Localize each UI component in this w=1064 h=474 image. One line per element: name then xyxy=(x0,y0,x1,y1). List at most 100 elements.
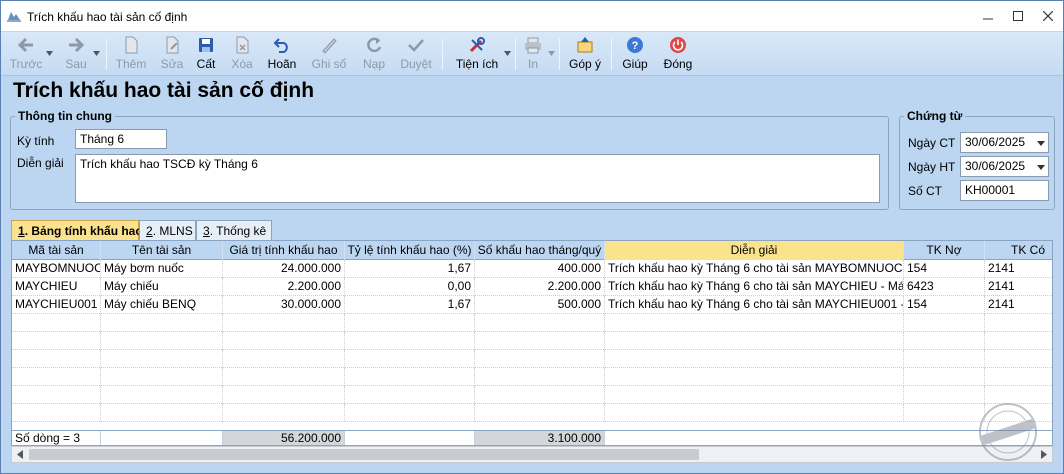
table-cell[interactable] xyxy=(475,332,605,350)
previous-button[interactable]: Trước xyxy=(9,34,43,74)
reload-button[interactable]: Nạp xyxy=(361,34,387,74)
table-cell[interactable]: 500.000 xyxy=(475,296,605,314)
minimize-button[interactable] xyxy=(973,1,1003,31)
feedback-button[interactable]: Góp ý xyxy=(567,34,603,74)
horizontal-scrollbar[interactable] xyxy=(11,446,1053,463)
table-cell[interactable] xyxy=(12,386,101,404)
table-cell[interactable]: 24.000.000 xyxy=(223,260,345,278)
empty-row[interactable] xyxy=(12,332,1052,350)
depreciation-table[interactable]: Mã tài sản Tên tài sản Giá trị tính khấu… xyxy=(11,240,1053,446)
table-cell[interactable] xyxy=(12,368,101,386)
table-cell[interactable] xyxy=(223,368,345,386)
period-input[interactable]: Tháng 6 xyxy=(75,129,167,149)
table-cell[interactable]: MAYCHIEU001 xyxy=(12,296,101,314)
table-cell[interactable] xyxy=(223,332,345,350)
table-cell[interactable] xyxy=(605,404,904,422)
scroll-right-icon[interactable] xyxy=(1040,450,1048,459)
table-cell[interactable] xyxy=(904,314,985,332)
chevron-down-icon[interactable] xyxy=(46,51,53,56)
table-cell[interactable] xyxy=(475,350,605,368)
close-window-button[interactable] xyxy=(1033,1,1063,31)
table-cell[interactable] xyxy=(904,350,985,368)
table-cell[interactable] xyxy=(904,332,985,350)
table-cell[interactable]: 1,67 xyxy=(345,260,475,278)
empty-row[interactable] xyxy=(12,404,1052,422)
date-ht-select[interactable]: 30/06/2025 xyxy=(960,156,1049,177)
table-cell[interactable] xyxy=(101,350,223,368)
table-cell[interactable]: Trích khấu hao kỳ Tháng 6 cho tài sản MA… xyxy=(605,296,904,314)
table-cell[interactable] xyxy=(12,404,101,422)
table-cell[interactable] xyxy=(605,314,904,332)
table-cell[interactable]: 154 xyxy=(904,296,985,314)
table-cell[interactable] xyxy=(985,332,1052,350)
close-button[interactable]: Đóng xyxy=(661,34,695,74)
table-cell[interactable]: Máy bơm nuốc xyxy=(101,260,223,278)
empty-row[interactable] xyxy=(12,314,1052,332)
table-cell[interactable] xyxy=(475,314,605,332)
add-button[interactable]: Thêm xyxy=(114,34,148,74)
table-cell[interactable] xyxy=(345,350,475,368)
table-cell[interactable]: 400.000 xyxy=(475,260,605,278)
chevron-down-icon[interactable] xyxy=(504,51,511,56)
table-cell[interactable] xyxy=(605,332,904,350)
table-cell[interactable] xyxy=(101,368,223,386)
empty-row[interactable] xyxy=(12,368,1052,386)
undo-button[interactable]: Hoãn xyxy=(266,34,298,74)
tab-depreciation-table[interactable]: 1. Bảng tính khấu hao xyxy=(11,220,143,241)
table-cell[interactable]: Trích khấu hao kỳ Tháng 6 cho tài sản MA… xyxy=(605,260,904,278)
column-header[interactable]: Mã tài sản xyxy=(12,241,101,260)
table-cell[interactable] xyxy=(223,404,345,422)
delete-button[interactable]: Xóa xyxy=(229,34,255,74)
table-cell[interactable]: 2.200.000 xyxy=(223,278,345,296)
post-button[interactable]: Ghi sổ xyxy=(311,34,347,74)
table-row[interactable]: MAYCHIEU001 Máy chiếu BENQ 30.000.000 1,67 5… xyxy=(12,296,1052,314)
table-cell[interactable] xyxy=(223,350,345,368)
table-cell[interactable]: MAYCHIEU xyxy=(12,278,101,296)
column-header[interactable]: Giá trị tính khấu hao xyxy=(223,241,345,260)
table-cell[interactable] xyxy=(101,314,223,332)
column-header[interactable]: Diễn giải xyxy=(605,241,904,260)
column-header[interactable]: TK Có xyxy=(985,241,1052,260)
chevron-down-icon[interactable] xyxy=(93,51,100,56)
table-cell[interactable] xyxy=(101,386,223,404)
approve-button[interactable]: Duyệt xyxy=(399,34,433,74)
table-cell[interactable] xyxy=(904,386,985,404)
table-cell[interactable]: Máy chiếu xyxy=(101,278,223,296)
table-cell[interactable] xyxy=(345,332,475,350)
table-cell[interactable] xyxy=(985,350,1052,368)
table-cell[interactable]: 6423 xyxy=(904,278,985,296)
table-cell[interactable] xyxy=(475,386,605,404)
chevron-down-icon[interactable] xyxy=(548,51,555,56)
table-cell[interactable]: 1,67 xyxy=(345,296,475,314)
save-button[interactable]: Cất xyxy=(194,34,218,74)
column-header[interactable]: TK Nợ xyxy=(904,241,985,260)
description-textarea[interactable]: Trích khấu hao TSCĐ kỳ Tháng 6 xyxy=(75,154,880,203)
table-cell[interactable] xyxy=(12,350,101,368)
table-cell[interactable] xyxy=(985,314,1052,332)
table-cell[interactable]: 2141 xyxy=(985,296,1052,314)
maximize-button[interactable] xyxy=(1003,1,1033,31)
table-cell[interactable] xyxy=(345,314,475,332)
table-row[interactable]: MAYCHIEU Máy chiếu 2.200.000 0,00 2.200.000 T… xyxy=(12,278,1052,296)
table-cell[interactable] xyxy=(101,404,223,422)
table-cell[interactable]: 0,00 xyxy=(345,278,475,296)
table-cell[interactable] xyxy=(605,368,904,386)
utilities-button[interactable]: Tiện ích xyxy=(454,34,500,74)
table-cell[interactable] xyxy=(12,314,101,332)
table-cell[interactable] xyxy=(605,350,904,368)
table-cell[interactable]: Trích khấu hao kỳ Tháng 6 cho tài sản MA… xyxy=(605,278,904,296)
table-cell[interactable]: Máy chiếu BENQ xyxy=(101,296,223,314)
table-cell[interactable] xyxy=(12,332,101,350)
table-cell[interactable]: 2.200.000 xyxy=(475,278,605,296)
scrollbar-thumb[interactable] xyxy=(29,449,699,460)
table-cell[interactable]: 30.000.000 xyxy=(223,296,345,314)
print-button[interactable]: In xyxy=(522,34,544,74)
table-cell[interactable]: MAYBOMNUOC... xyxy=(12,260,101,278)
next-button[interactable]: Sau xyxy=(61,34,91,74)
table-cell[interactable] xyxy=(605,386,904,404)
column-header[interactable]: Tỷ lệ tính khấu hao (%) xyxy=(345,241,475,260)
table-cell[interactable] xyxy=(904,368,985,386)
table-row[interactable]: MAYBOMNUOC...Máy bơm nuốc24.000.0001,674… xyxy=(12,260,1052,278)
column-header[interactable]: Số khấu hao tháng/quý xyxy=(475,241,605,260)
tab-statistics[interactable]: 3. Thống kê xyxy=(196,220,272,240)
